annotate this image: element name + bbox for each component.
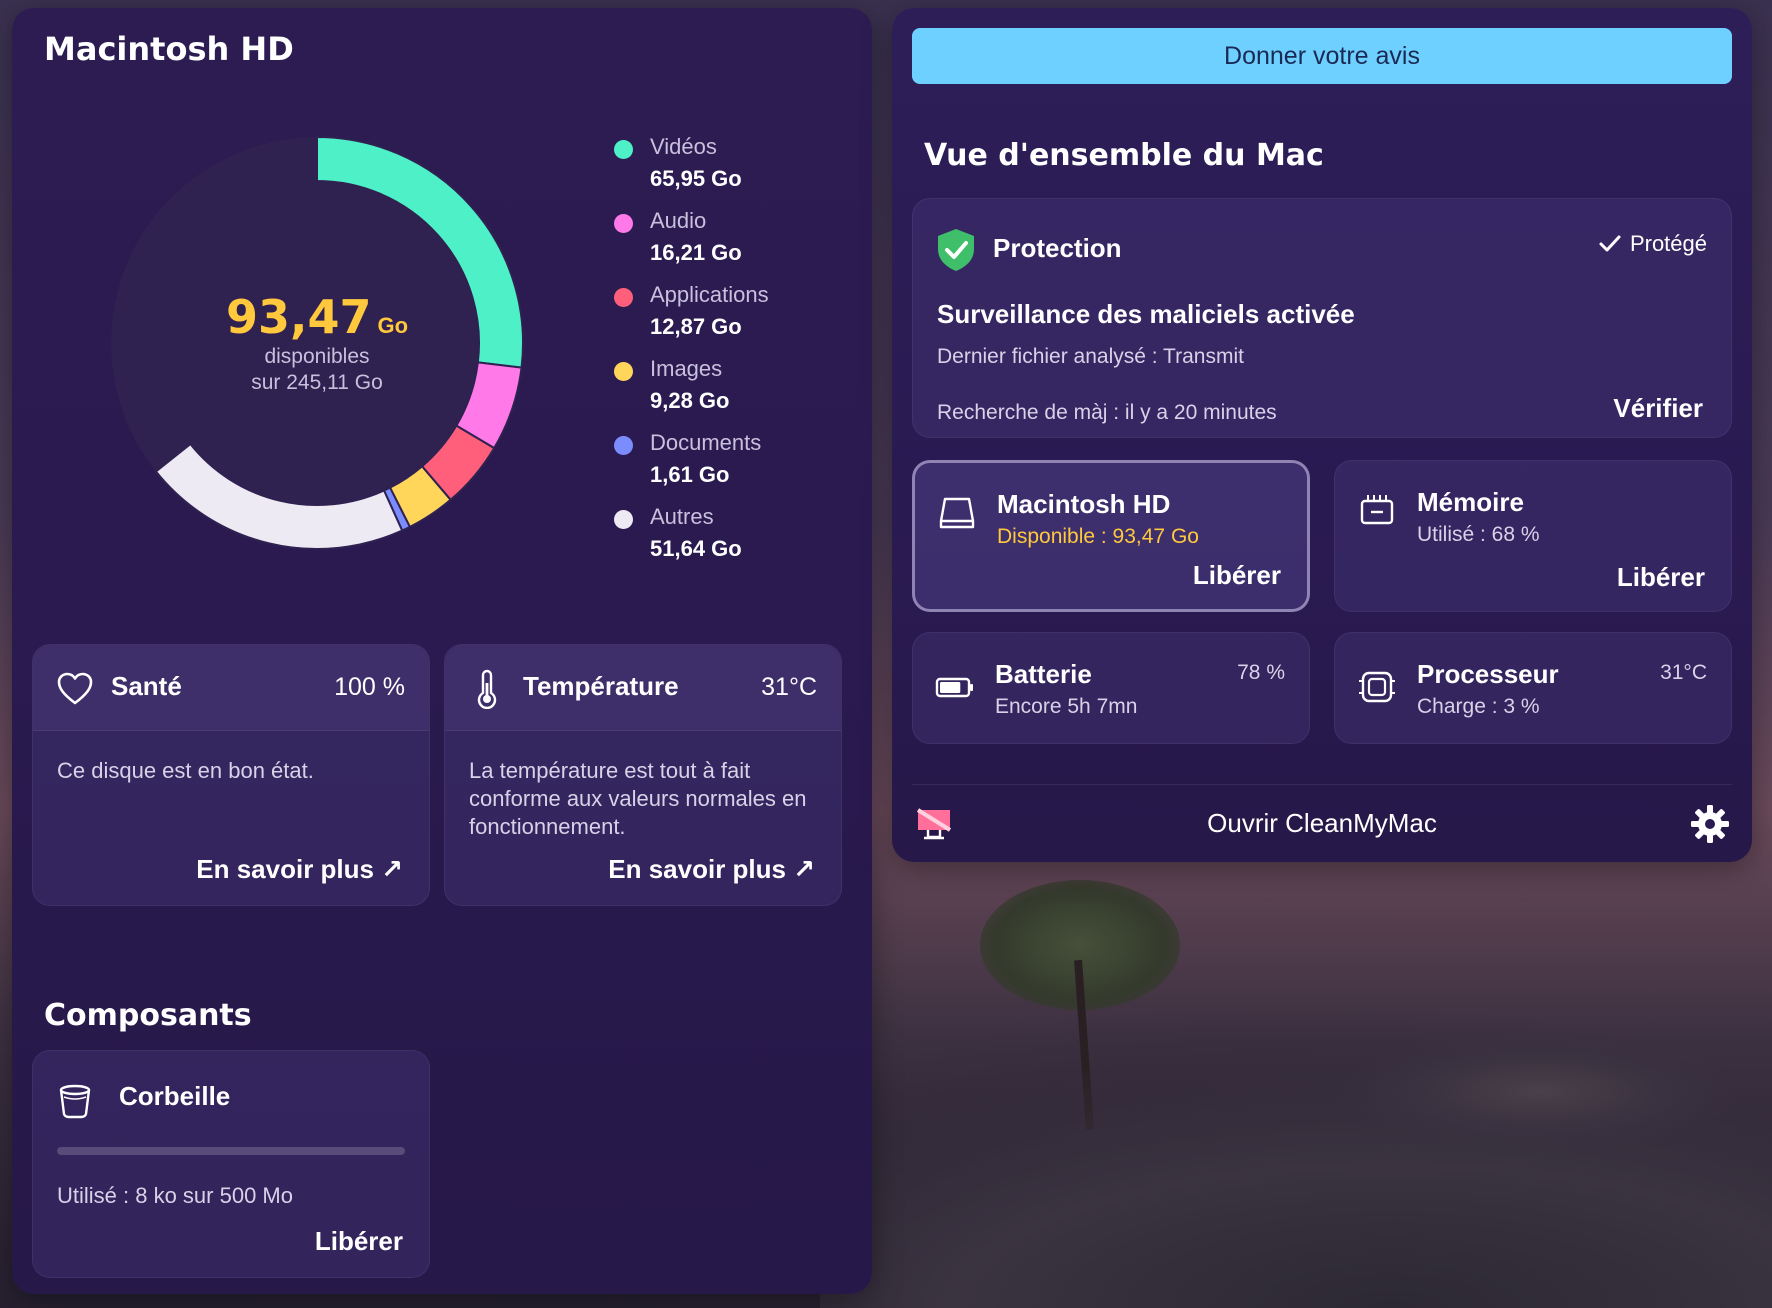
battery-card-title: Batterie [995,659,1092,689]
battery-card-level: 78 % [1237,661,1285,684]
storage-legend: Vidéos 65,95 Go Audio 16,21 Go Applicati… [614,132,854,576]
checkmark-icon [1599,235,1621,252]
legend-item-documents: Documents 1,61 Go [614,428,854,502]
total-space-label: sur 245,11 Go [251,371,383,394]
temperature-title: Température [523,671,679,701]
legend-name: Applications [650,282,769,307]
battery-icon [935,677,973,698]
health-title: Santé [111,671,182,701]
legend-name: Images [650,356,723,381]
temperature-card: Température 31°C La température est tout… [444,644,842,906]
memory-card-usage: Utilisé : 68 % [1417,523,1540,546]
free-space-label: disponibles [264,345,370,368]
storage-donut-chart: 93,47 Go disponibles sur 245,11 Go [82,108,552,578]
temperature-learn-more-link[interactable]: En savoir plus ↗ [608,854,815,885]
disk-details-panel: Macintosh HD 93,47 Go disponibles sur 24… [12,8,872,1294]
protection-card: Protection Protégé Surveillance des mali… [912,198,1732,438]
wallpaper-rocks [1330,1020,1750,1150]
protection-heading: Surveillance des maliciels activée [937,299,1355,329]
mac-overview-panel: Donner votre avis Vue d'ensemble du Mac … [892,8,1752,862]
trash-usage-bar [57,1147,405,1155]
legend-name: Audio [650,208,707,233]
protection-last-file: Dernier fichier analysé : Transmit [937,345,1244,368]
legend-size: 9,28 Go [650,388,730,413]
legend-dot [614,436,633,455]
memory-chip-icon [1360,495,1394,525]
open-cleanmymac-button[interactable]: Ouvrir CleanMyMac [892,808,1752,839]
battery-card[interactable]: Batterie Encore 5h 7mn 78 % [912,632,1310,744]
legend-dot [614,214,633,233]
legend-size: 65,95 Go [650,166,742,191]
health-value: 100 % [334,673,405,701]
legend-dot [614,362,633,381]
free-space-unit: Go [377,313,409,338]
thermometer-icon [477,669,497,709]
trash-usage-text: Utilisé : 8 ko sur 500 Mo [57,1183,293,1208]
legend-name: Autres [650,504,714,529]
trash-card: Corbeille Utilisé : 8 ko sur 500 Mo Libé… [32,1050,430,1278]
legend-size: 16,21 Go [650,240,742,265]
disk-title: Macintosh HD [44,30,294,68]
protection-status-label: Protégé [1629,231,1707,256]
legend-dot [614,288,633,307]
health-text: Ce disque est en bon état. [57,758,314,783]
legend-item-others: Autres 51,64 Go [614,502,854,576]
overview-title: Vue d'ensemble du Mac [924,138,1324,173]
legend-size: 51,64 Go [650,536,742,561]
memory-free-button[interactable]: Libérer [1617,562,1705,593]
legend-name: Vidéos [650,134,717,159]
gear-icon[interactable] [1690,804,1730,844]
disk-card-available: Disponible : 93,47 Go [997,525,1199,548]
legend-dot [614,140,633,159]
legend-item-images: Images 9,28 Go [614,354,854,428]
cpu-card-title: Processeur [1417,659,1559,689]
trash-title: Corbeille [119,1081,231,1111]
legend-dot [614,510,633,529]
hard-drive-icon [939,497,975,529]
trash-free-button[interactable]: Libérer [315,1226,403,1257]
feedback-button[interactable]: Donner votre avis [912,28,1732,84]
processor-icon [1359,671,1395,703]
heart-icon [57,672,93,705]
trash-bin-icon [59,1084,91,1119]
components-title: Composants [44,998,252,1033]
memory-card-title: Mémoire [1417,487,1524,517]
verify-button[interactable]: Vérifier [1613,393,1703,424]
cpu-card-load: Charge : 3 % [1417,695,1540,718]
battery-card-remaining: Encore 5h 7mn [995,695,1138,718]
protection-status: Protégé [1598,231,1707,257]
footer-divider [912,784,1732,785]
disk-free-button[interactable]: Libérer [1193,560,1281,591]
free-space-value: 93,47 [225,290,372,344]
cpu-card[interactable]: Processeur Charge : 3 % 31°C [1334,632,1732,744]
legend-item-videos: Vidéos 65,95 Go [614,132,854,206]
disk-card[interactable]: Macintosh HD Disponible : 93,47 Go Libér… [912,460,1310,612]
protection-update-time: Recherche de màj : il y a 20 minutes [937,401,1277,424]
memory-card[interactable]: Mémoire Utilisé : 68 % Libérer [1334,460,1732,612]
temperature-text: La température est tout à fait conforme … [469,758,807,839]
legend-item-audio: Audio 16,21 Go [614,206,854,280]
disk-card-title: Macintosh HD [997,489,1171,519]
legend-size: 12,87 Go [650,314,742,339]
donut-center: 93,47 Go disponibles sur 245,11 Go [82,108,552,578]
legend-item-applications: Applications 12,87 Go [614,280,854,354]
legend-name: Documents [650,430,762,455]
health-card: Santé 100 % Ce disque est en bon état. E… [32,644,430,906]
temperature-value: 31°C [761,673,817,701]
shield-check-icon [938,229,974,271]
health-learn-more-link[interactable]: En savoir plus ↗ [196,854,403,885]
legend-size: 1,61 Go [650,462,730,487]
protection-title: Protection [993,233,1122,263]
cpu-card-temperature: 31°C [1660,661,1707,684]
